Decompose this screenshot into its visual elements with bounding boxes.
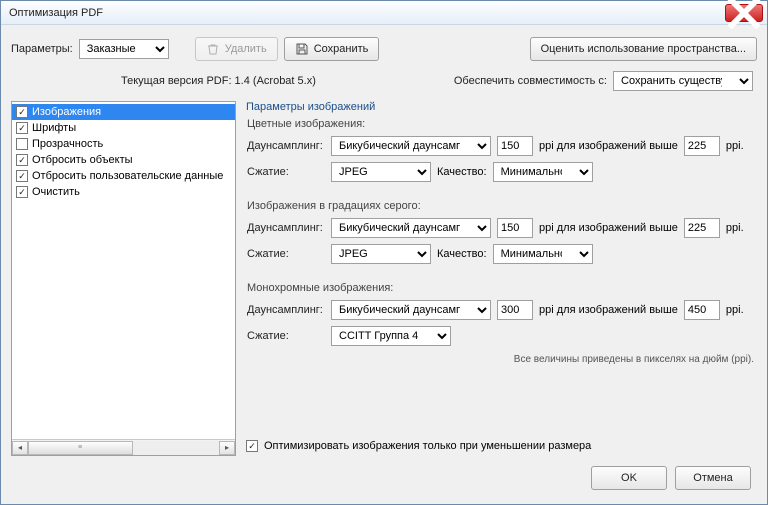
category-checkbox[interactable]: ✓	[16, 154, 28, 166]
gray-ppi-for-label: ppi для изображений выше	[539, 222, 678, 234]
color-ppi2-input[interactable]	[684, 136, 720, 156]
color-ppi-for-label: ppi для изображений выше	[539, 140, 678, 152]
settings-panel: Параметры изображений Цветные изображени…	[244, 101, 757, 456]
mono-compress-select[interactable]: CCITT Группа 4	[331, 326, 451, 346]
category-label: Отбросить пользовательские данные	[32, 170, 223, 182]
params-select[interactable]: Заказные	[79, 39, 169, 59]
mono-downsample-label: Даунсамплинг:	[247, 304, 325, 316]
mono-ppi1-input[interactable]	[497, 300, 533, 320]
category-checkbox[interactable]	[16, 138, 28, 150]
gray-ppi-suffix: ppi.	[726, 222, 744, 234]
gray-downsample-label: Даунсамплинг:	[247, 222, 325, 234]
color-downsample-label: Даунсамплинг:	[247, 140, 325, 152]
category-item[interactable]: ✓ Изображения	[12, 104, 235, 120]
dialog-footer: OK Отмена	[11, 456, 757, 498]
gray-downsample-select[interactable]: Бикубический даунсамплинг	[331, 218, 491, 238]
color-images-section: Цветные изображения: Даунсамплинг: Бикуб…	[247, 118, 754, 182]
cancel-button[interactable]: Отмена	[675, 466, 751, 490]
close-button[interactable]	[725, 4, 763, 22]
ok-button[interactable]: OK	[591, 466, 667, 490]
category-list: ✓ Изображения ✓ Шрифты Прозрачность ✓ Отбросит…	[11, 101, 236, 456]
trash-icon	[206, 42, 220, 56]
gray-images-section: Изображения в градациях серого: Даунсамп…	[247, 200, 754, 264]
ppi-footnote: Все величины приведены в пикселях на дюй…	[247, 352, 754, 365]
category-item[interactable]: Прозрачность	[12, 136, 235, 152]
optimize-only-reduce-label: Оптимизировать изображения только при ум…	[264, 440, 591, 452]
category-checkbox[interactable]: ✓	[16, 106, 28, 118]
color-compress-select[interactable]: JPEG	[331, 162, 431, 182]
color-ppi1-input[interactable]	[497, 136, 533, 156]
category-item[interactable]: ✓ Очистить	[12, 184, 235, 200]
panel-title: Параметры изображений	[244, 101, 757, 117]
category-label: Шрифты	[32, 122, 76, 134]
current-version-text: Текущая версия PDF: 1.4 (Acrobat 5.x)	[11, 75, 454, 87]
gray-header: Изображения в градациях серого:	[247, 200, 754, 212]
color-header: Цветные изображения:	[247, 118, 754, 130]
category-label: Очистить	[32, 186, 80, 198]
gray-compress-select[interactable]: JPEG	[331, 244, 431, 264]
save-button[interactable]: Сохранить	[284, 37, 380, 61]
gray-quality-label: Качество:	[437, 248, 487, 260]
category-label: Отбросить объекты	[32, 154, 133, 166]
category-item[interactable]: ✓ Шрифты	[12, 120, 235, 136]
gray-compress-label: Сжатие:	[247, 248, 325, 260]
category-checkbox[interactable]: ✓	[16, 170, 28, 182]
category-item[interactable]: ✓ Отбросить объекты	[12, 152, 235, 168]
color-downsample-select[interactable]: Бикубический даунсамплинг	[331, 136, 491, 156]
category-checkbox[interactable]: ✓	[16, 186, 28, 198]
color-quality-select[interactable]: Минимальное	[493, 162, 593, 182]
color-ppi-suffix: ppi.	[726, 140, 744, 152]
mono-ppi2-input[interactable]	[684, 300, 720, 320]
mono-compress-label: Сжатие:	[247, 330, 325, 342]
compat-label: Обеспечить совместимость с:	[454, 75, 607, 87]
main-area: ✓ Изображения ✓ Шрифты Прозрачность ✓ Отбросит…	[11, 101, 757, 456]
gray-ppi1-input[interactable]	[497, 218, 533, 238]
gray-ppi2-input[interactable]	[684, 218, 720, 238]
mono-header: Монохромные изображения:	[247, 282, 754, 294]
category-item[interactable]: ✓ Отбросить пользовательские данные	[12, 168, 235, 184]
titlebar: Оптимизация PDF	[1, 1, 767, 25]
scroll-track[interactable]: ≡	[28, 441, 219, 455]
scroll-right-arrow[interactable]: ▸	[219, 441, 235, 455]
mono-ppi-for-label: ppi для изображений выше	[539, 304, 678, 316]
pdf-optimizer-dialog: Оптимизация PDF Параметры: Заказные Удал…	[0, 0, 768, 505]
top-toolbar: Параметры: Заказные Удалить Сохранить Оц…	[11, 31, 757, 65]
category-checkbox[interactable]: ✓	[16, 122, 28, 134]
scroll-thumb[interactable]: ≡	[28, 441, 133, 455]
window-title: Оптимизация PDF	[5, 7, 725, 19]
params-label: Параметры:	[11, 43, 73, 55]
version-row: Текущая версия PDF: 1.4 (Acrobat 5.x) Об…	[11, 65, 757, 101]
gray-quality-select[interactable]: Минимальное	[493, 244, 593, 264]
color-quality-label: Качество:	[437, 166, 487, 178]
compat-select[interactable]: Сохранить существующ	[613, 71, 753, 91]
mono-images-section: Монохромные изображения: Даунсамплинг: Б…	[247, 282, 754, 365]
save-icon	[295, 42, 309, 56]
category-label: Прозрачность	[32, 138, 103, 150]
delete-button: Удалить	[195, 37, 278, 61]
content: Параметры: Заказные Удалить Сохранить Оц…	[1, 25, 767, 504]
mono-downsample-select[interactable]: Бикубический даунсамплинг	[331, 300, 491, 320]
mono-ppi-suffix: ppi.	[726, 304, 744, 316]
audit-space-button[interactable]: Оценить использование пространства...	[530, 37, 757, 61]
scroll-left-arrow[interactable]: ◂	[12, 441, 28, 455]
horizontal-scrollbar[interactable]: ◂ ≡ ▸	[12, 439, 235, 455]
color-compress-label: Сжатие:	[247, 166, 325, 178]
optimize-only-reduce-row: ✓ Оптимизировать изображения только при …	[244, 432, 757, 456]
category-label: Изображения	[32, 106, 101, 118]
optimize-only-reduce-checkbox[interactable]: ✓	[246, 440, 258, 452]
